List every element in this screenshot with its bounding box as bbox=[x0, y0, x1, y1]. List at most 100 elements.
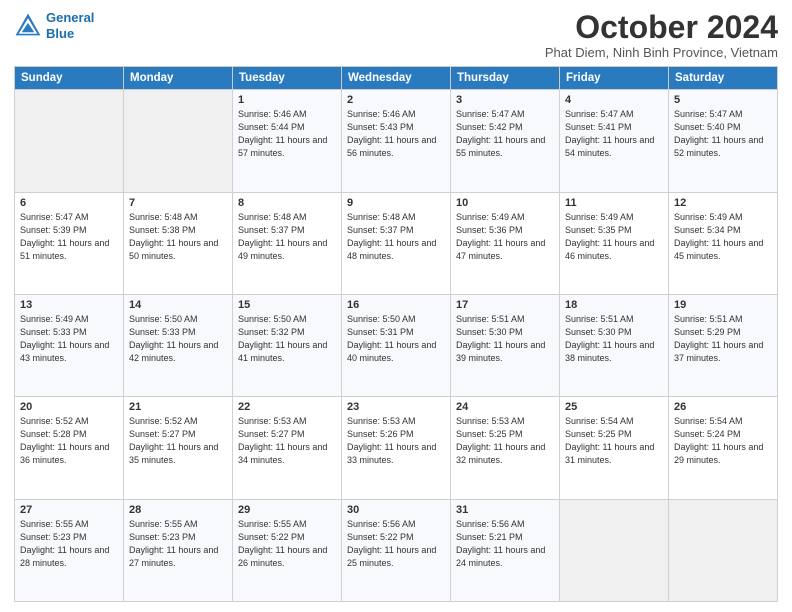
calendar-cell bbox=[124, 90, 233, 192]
calendar-cell: 4 Sunrise: 5:47 AM Sunset: 5:41 PM Daylig… bbox=[560, 90, 669, 192]
day-number: 27 bbox=[20, 504, 118, 516]
calendar-week-row: 27 Sunrise: 5:55 AM Sunset: 5:23 PM Dayli… bbox=[15, 499, 778, 601]
day-number: 28 bbox=[129, 504, 227, 516]
logo-icon bbox=[14, 12, 42, 40]
calendar-cell: 17 Sunrise: 5:51 AM Sunset: 5:30 PM Dayli… bbox=[451, 294, 560, 396]
weekday-header: Wednesday bbox=[342, 67, 451, 90]
day-info: Sunrise: 5:55 AM Sunset: 5:23 PM Dayligh… bbox=[20, 518, 118, 570]
weekday-header: Monday bbox=[124, 67, 233, 90]
day-number: 31 bbox=[456, 504, 554, 516]
calendar-cell: 1 Sunrise: 5:46 AM Sunset: 5:44 PM Daylig… bbox=[233, 90, 342, 192]
day-info: Sunrise: 5:48 AM Sunset: 5:37 PM Dayligh… bbox=[347, 211, 445, 263]
calendar-week-row: 13 Sunrise: 5:49 AM Sunset: 5:33 PM Dayli… bbox=[15, 294, 778, 396]
weekday-header: Thursday bbox=[451, 67, 560, 90]
calendar-cell: 28 Sunrise: 5:55 AM Sunset: 5:23 PM Dayli… bbox=[124, 499, 233, 601]
weekday-header: Saturday bbox=[669, 67, 778, 90]
day-info: Sunrise: 5:51 AM Sunset: 5:29 PM Dayligh… bbox=[674, 313, 772, 365]
day-number: 14 bbox=[129, 299, 227, 311]
calendar-cell: 15 Sunrise: 5:50 AM Sunset: 5:32 PM Dayli… bbox=[233, 294, 342, 396]
day-info: Sunrise: 5:56 AM Sunset: 5:22 PM Dayligh… bbox=[347, 518, 445, 570]
calendar-cell: 23 Sunrise: 5:53 AM Sunset: 5:26 PM Dayli… bbox=[342, 397, 451, 499]
day-info: Sunrise: 5:55 AM Sunset: 5:22 PM Dayligh… bbox=[238, 518, 336, 570]
day-number: 21 bbox=[129, 401, 227, 413]
calendar-cell: 11Sunrise: 5:49 AM Sunset: 5:35 PM Dayli… bbox=[560, 192, 669, 294]
calendar-cell: 19 Sunrise: 5:51 AM Sunset: 5:29 PM Dayli… bbox=[669, 294, 778, 396]
day-info: Sunrise: 5:53 AM Sunset: 5:27 PM Dayligh… bbox=[238, 415, 336, 467]
day-number: 4 bbox=[565, 94, 663, 106]
day-number: 6 bbox=[20, 197, 118, 209]
day-info: Sunrise: 5:56 AM Sunset: 5:21 PM Dayligh… bbox=[456, 518, 554, 570]
calendar-cell: 12 Sunrise: 5:49 AM Sunset: 5:34 PM Dayli… bbox=[669, 192, 778, 294]
day-info: Sunrise: 5:47 AM Sunset: 5:41 PM Dayligh… bbox=[565, 108, 663, 160]
title-block: October 2024 Phat Diem, Ninh Binh Provin… bbox=[545, 10, 778, 60]
calendar-week-row: 6Sunrise: 5:47 AM Sunset: 5:39 PM Daylig… bbox=[15, 192, 778, 294]
day-number: 2 bbox=[347, 94, 445, 106]
day-number: 19 bbox=[674, 299, 772, 311]
calendar-cell: 7 Sunrise: 5:48 AM Sunset: 5:38 PM Daylig… bbox=[124, 192, 233, 294]
day-number: 7 bbox=[129, 197, 227, 209]
calendar-cell: 6Sunrise: 5:47 AM Sunset: 5:39 PM Daylig… bbox=[15, 192, 124, 294]
calendar-body: 1 Sunrise: 5:46 AM Sunset: 5:44 PM Daylig… bbox=[15, 90, 778, 602]
day-info: Sunrise: 5:51 AM Sunset: 5:30 PM Dayligh… bbox=[565, 313, 663, 365]
day-number: 25 bbox=[565, 401, 663, 413]
logo-line2: Blue bbox=[46, 26, 74, 41]
day-number: 22 bbox=[238, 401, 336, 413]
day-info: Sunrise: 5:49 AM Sunset: 5:34 PM Dayligh… bbox=[674, 211, 772, 263]
day-info: Sunrise: 5:46 AM Sunset: 5:44 PM Dayligh… bbox=[238, 108, 336, 160]
location-title: Phat Diem, Ninh Binh Province, Vietnam bbox=[545, 45, 778, 60]
day-number: 26 bbox=[674, 401, 772, 413]
calendar-cell: 9 Sunrise: 5:48 AM Sunset: 5:37 PM Daylig… bbox=[342, 192, 451, 294]
calendar-week-row: 20 Sunrise: 5:52 AM Sunset: 5:28 PM Dayli… bbox=[15, 397, 778, 499]
day-number: 30 bbox=[347, 504, 445, 516]
day-info: Sunrise: 5:53 AM Sunset: 5:25 PM Dayligh… bbox=[456, 415, 554, 467]
calendar-cell: 8Sunrise: 5:48 AM Sunset: 5:37 PM Daylig… bbox=[233, 192, 342, 294]
calendar-cell: 26Sunrise: 5:54 AM Sunset: 5:24 PM Dayli… bbox=[669, 397, 778, 499]
day-info: Sunrise: 5:47 AM Sunset: 5:40 PM Dayligh… bbox=[674, 108, 772, 160]
day-number: 15 bbox=[238, 299, 336, 311]
day-info: Sunrise: 5:52 AM Sunset: 5:28 PM Dayligh… bbox=[20, 415, 118, 467]
weekday-header: Tuesday bbox=[233, 67, 342, 90]
day-info: Sunrise: 5:51 AM Sunset: 5:30 PM Dayligh… bbox=[456, 313, 554, 365]
calendar-cell: 31 Sunrise: 5:56 AM Sunset: 5:21 PM Dayli… bbox=[451, 499, 560, 601]
day-number: 17 bbox=[456, 299, 554, 311]
calendar-cell: 2 Sunrise: 5:46 AM Sunset: 5:43 PM Daylig… bbox=[342, 90, 451, 192]
calendar-header: SundayMondayTuesdayWednesdayThursdayFrid… bbox=[15, 67, 778, 90]
logo-line1: General bbox=[46, 10, 94, 25]
day-number: 10 bbox=[456, 197, 554, 209]
day-number: 3 bbox=[456, 94, 554, 106]
day-number: 24 bbox=[456, 401, 554, 413]
day-info: Sunrise: 5:55 AM Sunset: 5:23 PM Dayligh… bbox=[129, 518, 227, 570]
day-number: 8 bbox=[238, 197, 336, 209]
day-number: 13 bbox=[20, 299, 118, 311]
calendar-cell bbox=[669, 499, 778, 601]
calendar-cell: 10Sunrise: 5:49 AM Sunset: 5:36 PM Dayli… bbox=[451, 192, 560, 294]
day-number: 1 bbox=[238, 94, 336, 106]
day-info: Sunrise: 5:53 AM Sunset: 5:26 PM Dayligh… bbox=[347, 415, 445, 467]
day-number: 20 bbox=[20, 401, 118, 413]
month-title: October 2024 bbox=[545, 10, 778, 45]
day-info: Sunrise: 5:46 AM Sunset: 5:43 PM Dayligh… bbox=[347, 108, 445, 160]
weekday-header: Friday bbox=[560, 67, 669, 90]
calendar-cell: 20 Sunrise: 5:52 AM Sunset: 5:28 PM Dayli… bbox=[15, 397, 124, 499]
page: General Blue October 2024 Phat Diem, Nin… bbox=[0, 0, 792, 612]
calendar-cell: 18Sunrise: 5:51 AM Sunset: 5:30 PM Dayli… bbox=[560, 294, 669, 396]
weekday-header: Sunday bbox=[15, 67, 124, 90]
weekday-row: SundayMondayTuesdayWednesdayThursdayFrid… bbox=[15, 67, 778, 90]
calendar-cell: 22 Sunrise: 5:53 AM Sunset: 5:27 PM Dayli… bbox=[233, 397, 342, 499]
calendar-cell: 3Sunrise: 5:47 AM Sunset: 5:42 PM Daylig… bbox=[451, 90, 560, 192]
day-number: 11 bbox=[565, 197, 663, 209]
day-number: 12 bbox=[674, 197, 772, 209]
calendar-table: SundayMondayTuesdayWednesdayThursdayFrid… bbox=[14, 66, 778, 602]
calendar-cell bbox=[15, 90, 124, 192]
day-info: Sunrise: 5:50 AM Sunset: 5:32 PM Dayligh… bbox=[238, 313, 336, 365]
day-info: Sunrise: 5:49 AM Sunset: 5:33 PM Dayligh… bbox=[20, 313, 118, 365]
calendar-cell: 16Sunrise: 5:50 AM Sunset: 5:31 PM Dayli… bbox=[342, 294, 451, 396]
day-number: 23 bbox=[347, 401, 445, 413]
calendar-cell: 14Sunrise: 5:50 AM Sunset: 5:33 PM Dayli… bbox=[124, 294, 233, 396]
day-info: Sunrise: 5:48 AM Sunset: 5:38 PM Dayligh… bbox=[129, 211, 227, 263]
calendar-cell bbox=[560, 499, 669, 601]
day-number: 16 bbox=[347, 299, 445, 311]
calendar-cell: 13 Sunrise: 5:49 AM Sunset: 5:33 PM Dayli… bbox=[15, 294, 124, 396]
day-number: 9 bbox=[347, 197, 445, 209]
header: General Blue October 2024 Phat Diem, Nin… bbox=[14, 10, 778, 60]
